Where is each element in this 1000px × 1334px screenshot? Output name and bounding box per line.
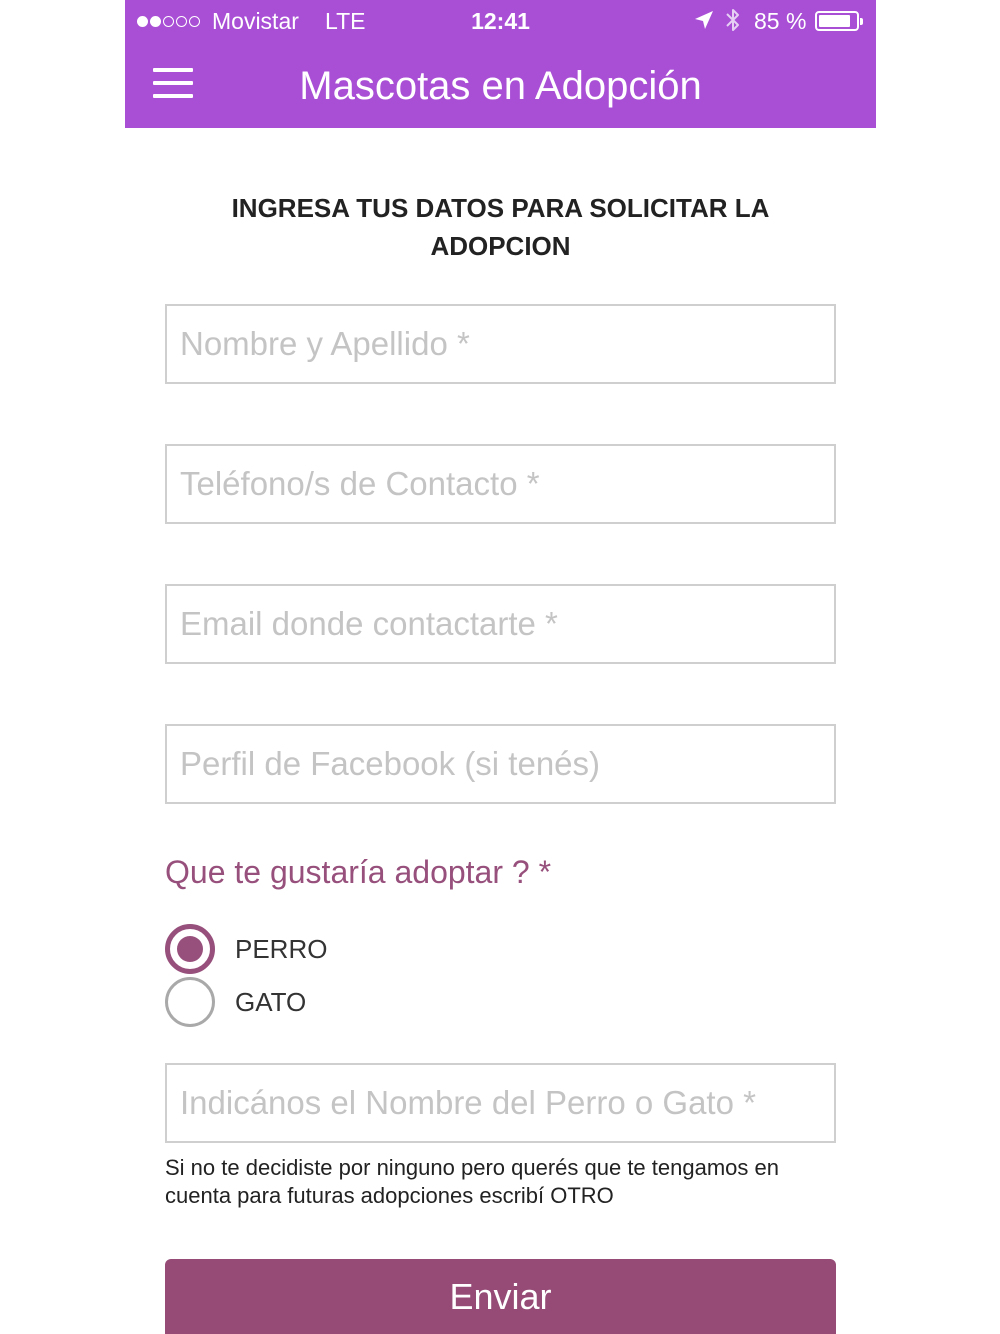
battery-terminal <box>860 18 863 25</box>
radio-button-selected[interactable] <box>165 924 215 974</box>
form-heading: INGRESA TUS DATOS PARA SOLICITAR LA ADOP… <box>231 193 770 261</box>
app-bar: Movistar LTE 12:41 85 % Mascotas en Adop… <box>125 0 876 128</box>
battery-fill <box>819 15 850 27</box>
radio-label-perro: PERRO <box>235 933 328 964</box>
phone-input[interactable] <box>165 444 836 524</box>
full-name-input[interactable] <box>165 304 836 384</box>
status-bar: Movistar LTE 12:41 85 % <box>125 0 876 42</box>
submit-button[interactable]: Enviar <box>165 1259 836 1334</box>
radio-dot <box>177 936 203 962</box>
pet-name-input[interactable] <box>165 1063 836 1143</box>
battery-icon <box>815 11 863 31</box>
battery-percentage: 85 % <box>754 8 807 34</box>
location-arrow-icon <box>695 11 713 29</box>
radio-option-perro[interactable]: PERRO <box>165 924 327 974</box>
email-input[interactable] <box>165 584 836 664</box>
facebook-profile-input[interactable] <box>165 724 836 804</box>
app-title: Mascotas en Adopción <box>299 64 702 108</box>
app-screen: Movistar LTE 12:41 85 % Mascotas en Adop… <box>125 0 876 1334</box>
pet-type-question: Que te gustaría adoptar ? * <box>165 854 552 890</box>
bluetooth-icon <box>726 9 739 31</box>
radio-button[interactable] <box>165 977 215 1027</box>
pet-name-hint: Si no te decidiste por ninguno pero quer… <box>165 1155 779 1208</box>
radio-label-gato: GATO <box>235 986 307 1017</box>
radio-option-gato[interactable]: GATO <box>165 977 306 1027</box>
